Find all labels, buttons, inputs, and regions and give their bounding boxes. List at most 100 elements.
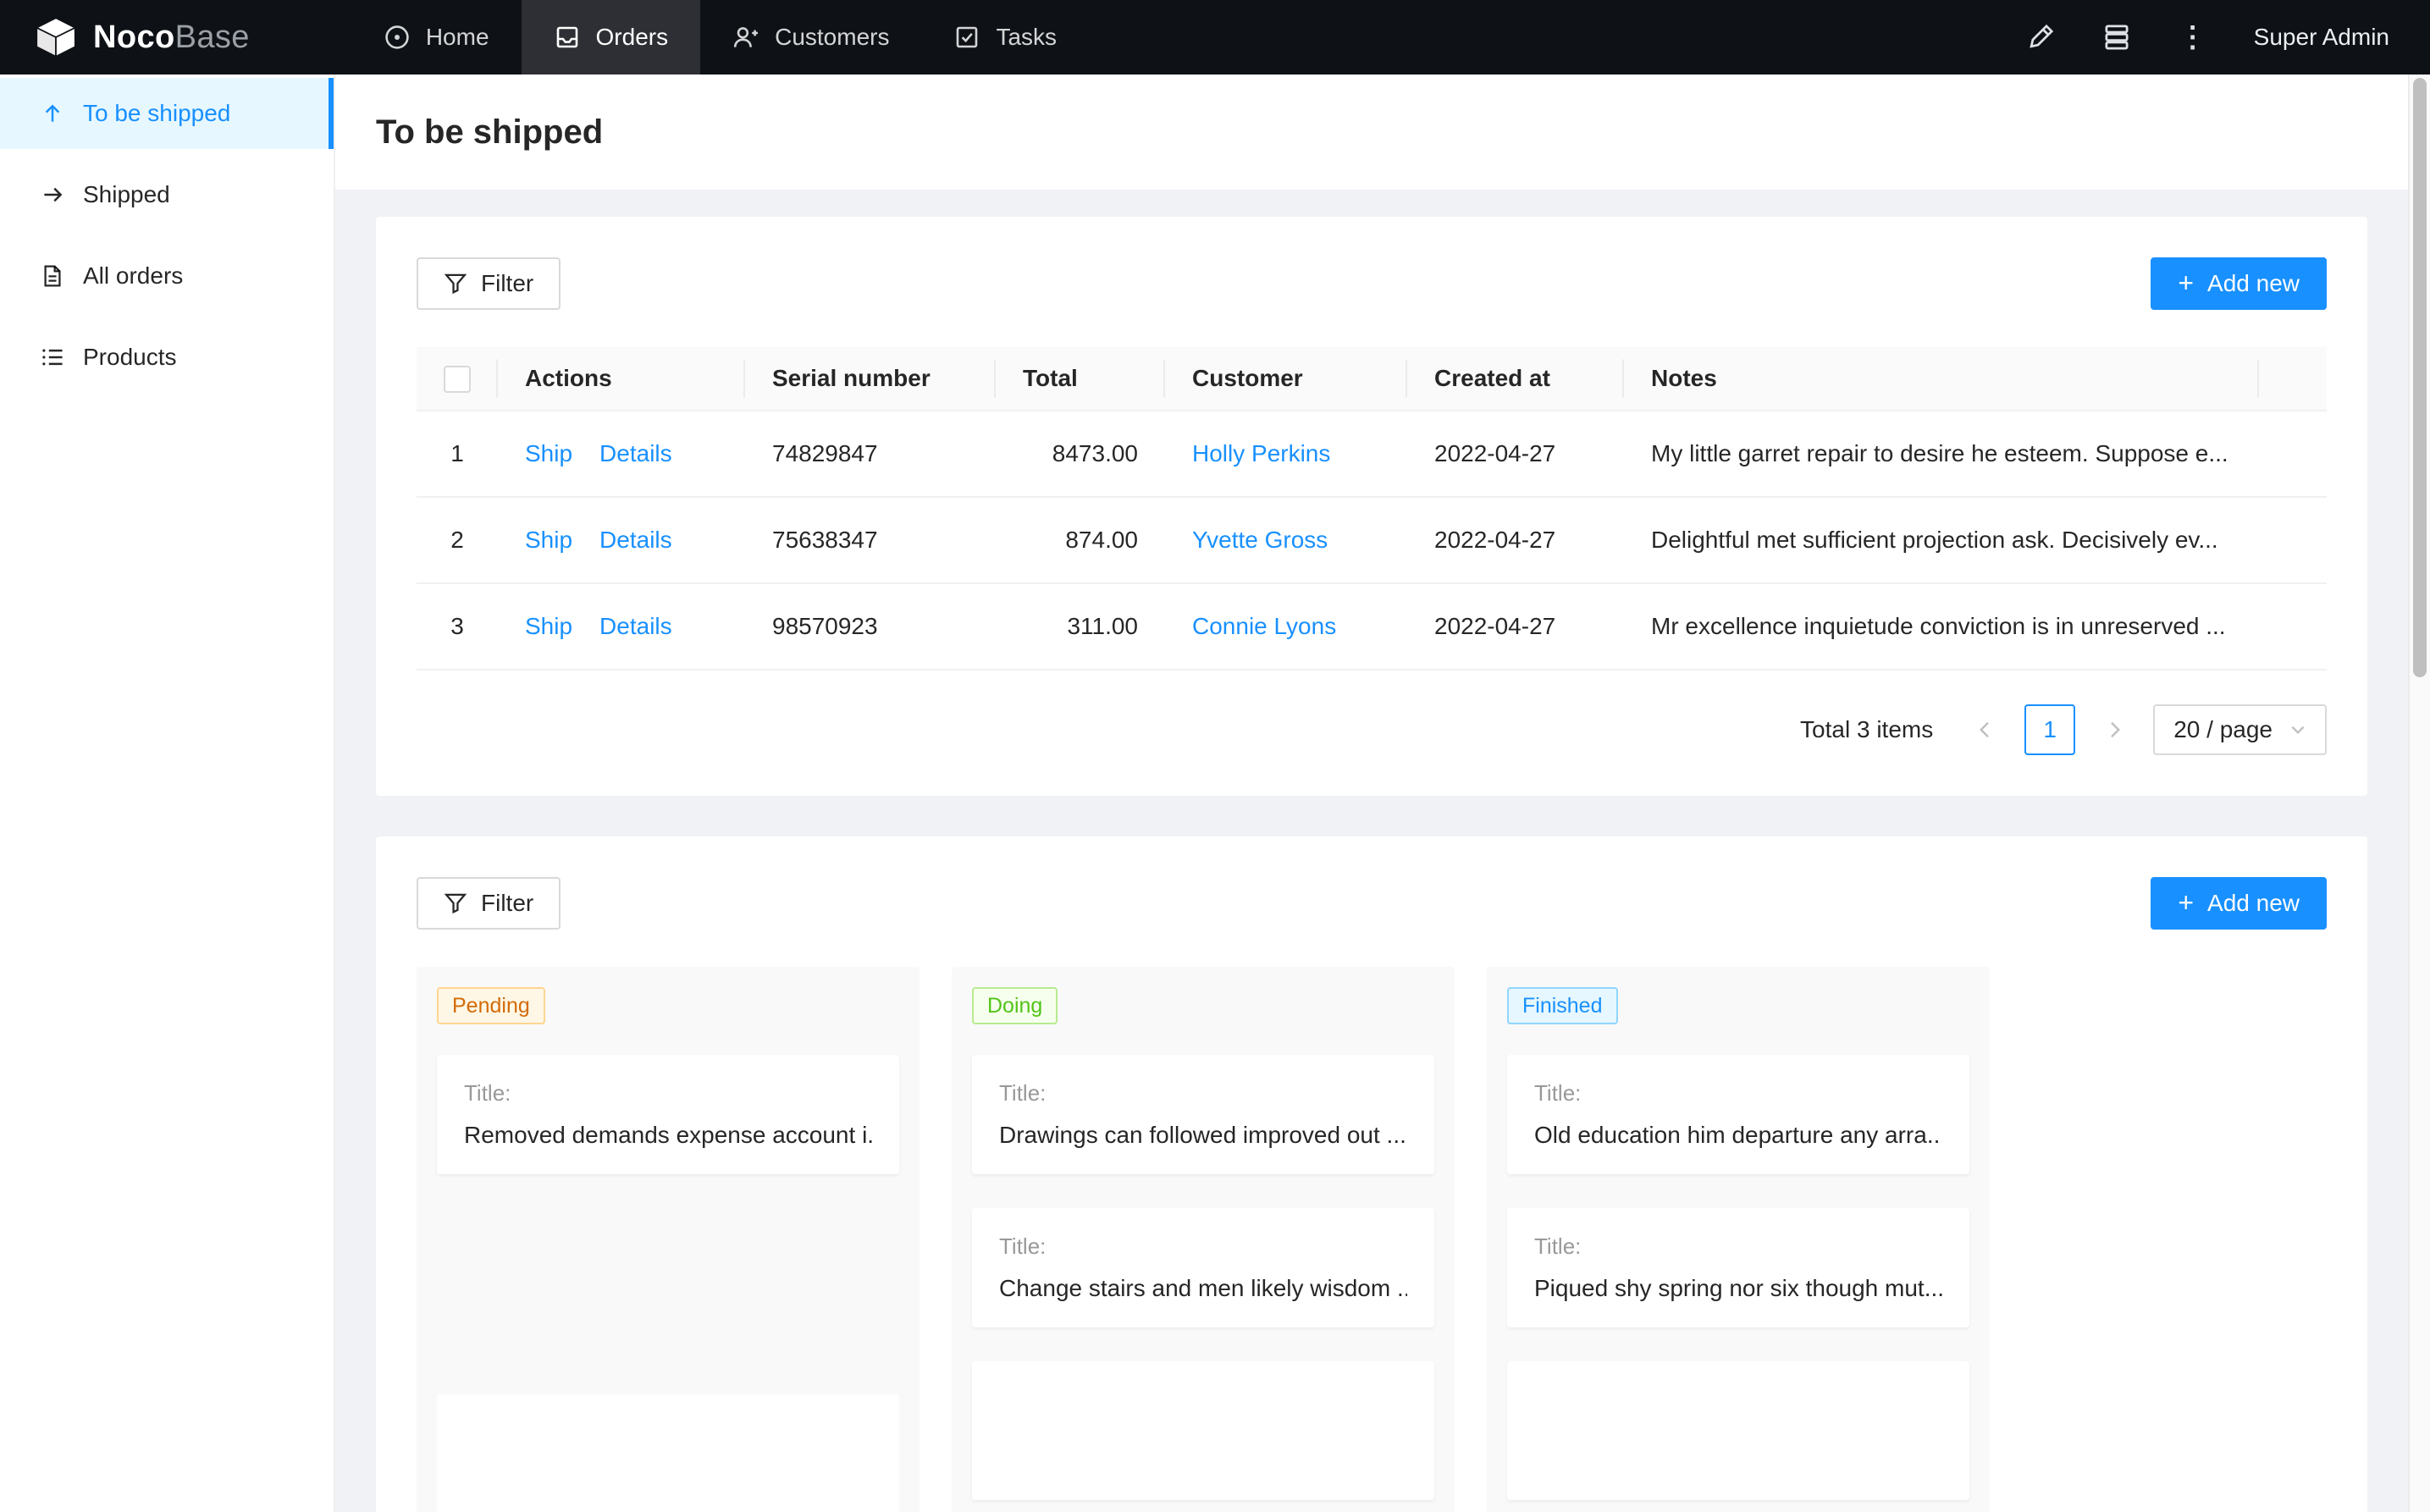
card-field-label: Title: — [999, 1080, 1407, 1106]
highlighter-icon[interactable] — [2025, 22, 2056, 52]
add-new-button-label: Add new — [2207, 890, 2300, 917]
sidebar-item-to-be-shipped[interactable]: To be shipped — [0, 78, 334, 149]
kanban-card[interactable]: Title: Old education him departure any a… — [1507, 1055, 1969, 1174]
filter-funnel-icon — [444, 272, 467, 295]
column-header-actions: Actions — [498, 347, 745, 411]
kanban-filter-button[interactable]: Filter — [417, 877, 561, 930]
nav-item-home[interactable]: Home — [351, 0, 522, 74]
card-title-text: Change stairs and men likely wisdom ... — [999, 1275, 1407, 1302]
ship-link[interactable]: Ship — [525, 440, 572, 466]
created-at-cell: 2022-04-27 — [1407, 411, 1624, 497]
nav-item-label: Tasks — [996, 24, 1057, 51]
scrollbar-thumb[interactable] — [2413, 78, 2427, 677]
kanban-add-new-button[interactable]: + Add new — [2151, 877, 2327, 930]
details-link[interactable]: Details — [599, 613, 672, 639]
sidebar-item-all-orders[interactable]: All orders — [0, 240, 334, 312]
nav-item-label: Customers — [775, 24, 889, 51]
tasks-icon — [953, 24, 980, 51]
database-icon[interactable] — [2101, 22, 2132, 52]
arrow-up-icon — [41, 102, 64, 125]
status-badge-finished: Finished — [1507, 987, 1618, 1024]
more-menu-icon[interactable]: ⋮ — [2178, 22, 2208, 52]
kanban-card-partial[interactable] — [1507, 1361, 1969, 1500]
page-size-value: 20 / page — [2173, 716, 2273, 743]
total-cell: 8473.00 — [996, 411, 1165, 497]
nocobase-logo[interactable]: NocoBase — [0, 15, 280, 59]
notes-cell: Delightful met sufficient projection ask… — [1624, 497, 2259, 583]
card-field-label: Title: — [1534, 1233, 1942, 1260]
nav-item-orders[interactable]: Orders — [522, 0, 701, 74]
list-icon — [41, 345, 64, 369]
serial-number-cell: 74829847 — [745, 411, 996, 497]
ship-link[interactable]: Ship — [525, 527, 572, 553]
select-all-checkbox[interactable] — [444, 366, 471, 393]
column-header-empty — [2259, 347, 2327, 411]
nav-item-label: Orders — [596, 24, 669, 51]
navbar-right: ⋮ Super Admin — [2025, 22, 2430, 52]
kanban-column-doing: Doing Title: Drawings can followed impro… — [952, 967, 1455, 1512]
kanban-card[interactable]: Title: Change stairs and men likely wisd… — [972, 1208, 1434, 1327]
card-field-label: Title: — [999, 1233, 1407, 1260]
kanban-columns: Pending Title: Removed demands expense a… — [417, 967, 2327, 1512]
page-content: Filter + Add new Actions Serial number — [335, 190, 2408, 1512]
chevron-right-icon — [2104, 720, 2124, 740]
kanban-card[interactable]: Title: Removed demands expense account i… — [437, 1055, 899, 1174]
kanban-column-pending: Pending Title: Removed demands expense a… — [417, 967, 920, 1512]
ship-link[interactable]: Ship — [525, 613, 572, 639]
arrow-right-icon — [41, 183, 64, 207]
table-toolbar: Filter + Add new — [417, 257, 2327, 310]
row-index: 3 — [417, 583, 498, 670]
orders-table: Actions Serial number Total Customer Cre… — [417, 347, 2327, 670]
customer-link[interactable]: Connie Lyons — [1192, 613, 1336, 639]
status-badge-doing: Doing — [972, 987, 1058, 1024]
page-size-select[interactable]: 20 / page — [2153, 704, 2327, 755]
column-header-serial-number: Serial number — [745, 347, 996, 411]
details-link[interactable]: Details — [599, 440, 672, 466]
serial-number-cell: 98570923 — [745, 583, 996, 670]
filter-button-label: Filter — [481, 270, 533, 297]
sidebar-item-label: All orders — [83, 262, 183, 290]
pagination: Total 3 items 1 20 / page — [417, 704, 2327, 755]
pagination-prev-button[interactable] — [1960, 704, 2011, 755]
kanban-card-partial[interactable] — [972, 1361, 1434, 1500]
sidebar-item-shipped[interactable]: Shipped — [0, 159, 334, 230]
orders-table-block: Filter + Add new Actions Serial number — [376, 217, 2367, 796]
home-icon — [384, 24, 411, 51]
vertical-scrollbar[interactable] — [2408, 74, 2430, 1512]
sidebar: To be shipped Shipped All orders — [0, 74, 335, 1512]
customer-link[interactable]: Holly Perkins — [1192, 440, 1330, 466]
nav-item-customers[interactable]: Customers — [700, 0, 921, 74]
tasks-kanban-block: Filter + Add new Pending Title: Removed … — [376, 836, 2367, 1512]
card-field-label: Title: — [464, 1080, 872, 1106]
main-nav: Home Orders Customers — [351, 0, 1089, 74]
details-link[interactable]: Details — [599, 527, 672, 553]
logo-text: NocoBase — [93, 19, 250, 56]
card-title-text: Removed demands expense account i... — [464, 1122, 872, 1149]
notes-cell: Mr excellence inquietude conviction is i… — [1624, 583, 2259, 670]
sidebar-item-label: Shipped — [83, 181, 170, 208]
kanban-card[interactable]: Title: Piqued shy spring nor six though … — [1507, 1208, 1969, 1327]
table-row: 3 Ship Details 98570923 311.00 Connie Lyo… — [417, 583, 2327, 670]
sidebar-item-products[interactable]: Products — [0, 322, 334, 393]
total-cell: 311.00 — [996, 583, 1165, 670]
row-index: 2 — [417, 497, 498, 583]
created-at-cell: 2022-04-27 — [1407, 583, 1624, 670]
card-field-label: Title: — [1534, 1080, 1942, 1106]
filter-button[interactable]: Filter — [417, 257, 561, 310]
card-title-text: Piqued shy spring nor six though mut... — [1534, 1275, 1942, 1302]
plus-icon: + — [2178, 269, 2194, 296]
nav-item-label: Home — [426, 24, 489, 51]
table-row: 2 ShipDetails 75638347 874.00 Yvette Gro… — [417, 497, 2327, 583]
orders-file-icon — [41, 264, 64, 288]
pagination-next-button[interactable] — [2089, 704, 2140, 755]
nav-item-tasks[interactable]: Tasks — [921, 0, 1089, 74]
kanban-card[interactable]: Title: Drawings can followed improved ou… — [972, 1055, 1434, 1174]
add-new-button[interactable]: + Add new — [2151, 257, 2327, 310]
table-row: 1 ShipDetails 74829847 8473.00 Holly Per… — [417, 411, 2327, 497]
user-name[interactable]: Super Admin — [2254, 24, 2389, 51]
plus-icon: + — [2178, 889, 2194, 916]
pagination-page-1[interactable]: 1 — [2024, 704, 2075, 755]
sidebar-item-label: To be shipped — [83, 100, 230, 127]
customer-link[interactable]: Yvette Gross — [1192, 527, 1328, 553]
kanban-card-partial[interactable] — [437, 1394, 899, 1512]
